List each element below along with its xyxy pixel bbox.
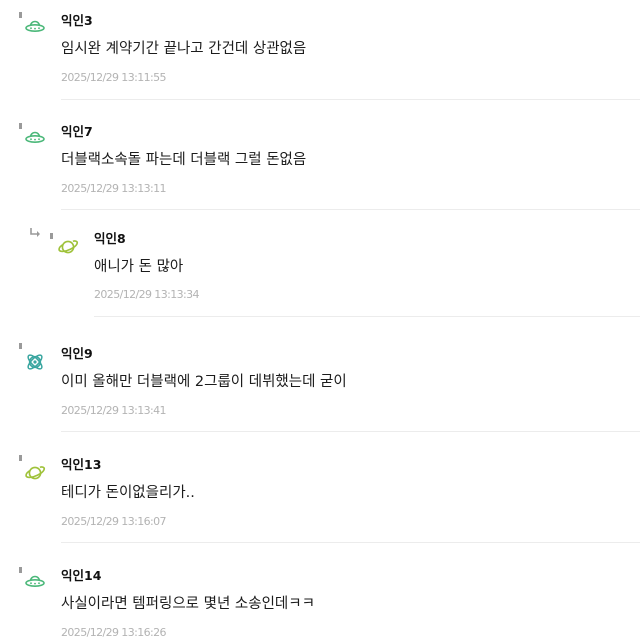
atom-icon (24, 351, 46, 373)
comment-marker (19, 12, 22, 18)
comment-timestamp: 2025/12/29 13:16:07 (61, 515, 167, 528)
comment-divider (61, 209, 640, 210)
comment-marker (19, 455, 22, 461)
comment-author[interactable]: 익인7 (61, 121, 93, 140)
comment-divider (61, 431, 640, 432)
comment-text: 이미 올해만 더블랙에 2그룹이 데뷔했는데 굳이 (61, 374, 347, 390)
comment-timestamp: 2025/12/29 13:13:34 (94, 288, 200, 301)
comment-author[interactable]: 익인13 (61, 454, 101, 473)
ufo-icon (24, 127, 46, 149)
comment-text: 사실이라면 템퍼링으로 몇년 소송인데ㅋㅋ (61, 596, 315, 612)
comment-marker (50, 233, 53, 239)
comment-divider (61, 542, 640, 543)
comment-marker (19, 343, 22, 349)
comment-text: 더블랙소속돌 파는데 더블랙 그럴 돈없음 (61, 152, 307, 168)
comment-divider (94, 316, 640, 317)
comment-divider (61, 99, 640, 100)
planet-icon (57, 236, 79, 258)
ufo-icon (24, 16, 46, 38)
comment-timestamp: 2025/12/29 13:16:26 (61, 626, 167, 639)
comment-timestamp: 2025/12/29 13:13:11 (61, 182, 167, 195)
comment-timestamp: 2025/12/29 13:13:41 (61, 404, 167, 417)
reply-arrow-icon (29, 227, 43, 239)
comment-author[interactable]: 익인8 (94, 228, 126, 247)
comment-text: 애니가 돈 많아 (94, 259, 184, 275)
comment-marker (19, 123, 22, 129)
comment-timestamp: 2025/12/29 13:11:55 (61, 71, 167, 84)
ufo-icon (24, 571, 46, 593)
comment-author[interactable]: 익인3 (61, 10, 93, 29)
comment-text: 임시완 계약기간 끝나고 간건데 상관없음 (61, 41, 307, 57)
comment-author[interactable]: 익인14 (61, 565, 101, 584)
comment-marker (19, 567, 22, 573)
planet-icon (24, 462, 46, 484)
comment-author[interactable]: 익인9 (61, 343, 93, 362)
comment-text: 테디가 돈이없을리가.. (61, 485, 195, 501)
